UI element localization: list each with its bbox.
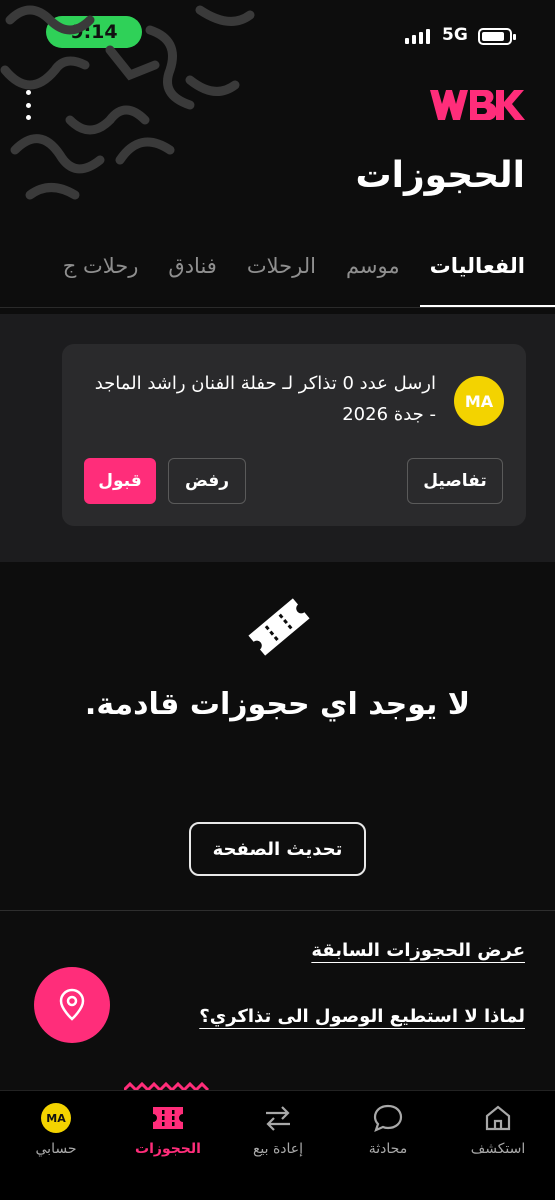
account-avatar-wrapper: MA	[39, 1101, 73, 1135]
category-tabs: الفعاليات موسم الرحلات فنادق رحلات ج	[0, 240, 555, 308]
swap-arrows-icon	[261, 1101, 295, 1135]
nav-chat[interactable]: محادثة	[338, 1101, 438, 1157]
wbk-logo	[430, 90, 525, 120]
tab-trips[interactable]: الرحلات	[247, 240, 316, 307]
refresh-page-button[interactable]: تحديث الصفحة	[189, 822, 366, 876]
avatar: MA	[454, 376, 504, 426]
nav-bookings[interactable]: الحجوزات	[118, 1101, 218, 1157]
past-bookings-link[interactable]: عرض الحجوزات السابقة	[311, 940, 525, 961]
empty-state-message: لا يوجد اي حجوزات قادمة.	[84, 687, 471, 722]
divider	[0, 910, 555, 911]
pending-requests-section: MA ارسل عدد 0 تذاكر لـ حفلة الفنان راشد …	[0, 314, 555, 562]
location-fab-button[interactable]	[34, 967, 110, 1043]
tab-flights[interactable]: رحلات ج	[63, 240, 139, 307]
request-message: ارسل عدد 0 تذاكر لـ حفلة الفنان راشد الم…	[94, 373, 436, 425]
ticket-icon	[151, 1101, 185, 1135]
ticket-request-card: MA ارسل عدد 0 تذاكر لـ حفلة الفنان راشد …	[62, 344, 526, 526]
status-bar: 9:14 5G	[0, 0, 555, 70]
chat-bubble-icon	[371, 1101, 405, 1135]
nav-account[interactable]: MA حسابي	[6, 1101, 106, 1157]
network-type: 5G	[442, 25, 468, 45]
home-icon	[481, 1101, 515, 1135]
nav-explore-label: استكشف	[470, 1141, 526, 1157]
more-options-icon[interactable]	[20, 90, 36, 120]
nav-account-label: حسابي	[35, 1141, 77, 1157]
bottom-navigation: استكشف محادثة إعادة بيع الحجوزات MA حساب…	[0, 1090, 555, 1200]
tab-hotels[interactable]: فنادق	[168, 240, 216, 307]
nav-resale[interactable]: إعادة بيع	[228, 1101, 328, 1157]
signal-icon	[405, 29, 430, 44]
battery-icon	[478, 28, 516, 45]
nav-resale-label: إعادة بيع	[252, 1141, 304, 1157]
details-button[interactable]: تفاصيل	[407, 458, 503, 504]
nav-bookings-label: الحجوزات	[135, 1141, 201, 1157]
page-title: الحجوزات	[355, 155, 525, 196]
ticket-icon	[248, 598, 310, 656]
ticket-access-help-link[interactable]: لماذا لا استطيع الوصول الى تذاكري؟	[199, 1006, 525, 1027]
status-time: 9:14	[46, 16, 142, 48]
nav-chat-label: محادثة	[368, 1141, 408, 1157]
nav-explore[interactable]: استكشف	[448, 1101, 548, 1157]
tab-season[interactable]: موسم	[346, 240, 400, 307]
accept-button[interactable]: قبول	[84, 458, 156, 504]
location-pin-icon	[59, 988, 85, 1021]
reject-button[interactable]: رفض	[168, 458, 246, 504]
avatar: MA	[41, 1103, 71, 1133]
tab-events[interactable]: الفعاليات	[419, 240, 555, 307]
